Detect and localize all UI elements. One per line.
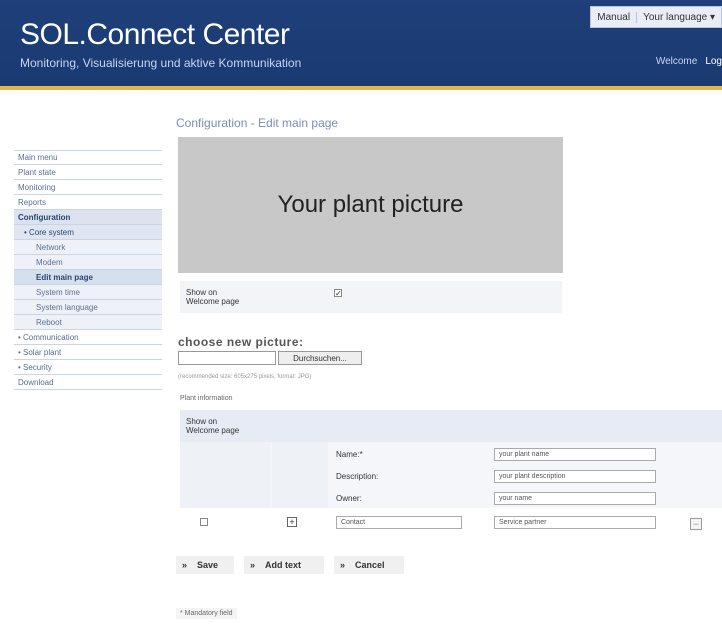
sidebar-item-reports[interactable]: Reports <box>14 195 162 210</box>
cancel-button[interactable]: » Cancel <box>334 556 404 574</box>
plant-picture-text: Your plant picture <box>277 191 464 218</box>
plant-info-label: Plant information <box>180 395 233 402</box>
owner-label: Owner: <box>336 494 362 503</box>
service-partner-input[interactable]: Service partner <box>494 516 656 529</box>
table-column-add <box>272 442 328 508</box>
sidebar-item-security[interactable]: • Security <box>14 360 162 375</box>
welcome-link[interactable]: Welcome <box>656 56 698 67</box>
sidebar-nav: Main menu Plant state Monitoring Reports… <box>14 150 162 390</box>
show-picture-checkbox[interactable]: ✓ <box>334 289 342 298</box>
name-input[interactable]: your plant name <box>494 448 656 461</box>
header-bar: SOL.Connect Center Monitoring, Visualisi… <box>0 0 722 90</box>
description-label: Description: <box>336 472 379 481</box>
welcome-links: Welcome Log <box>656 56 722 67</box>
save-arrow-icon: » <box>182 560 188 570</box>
owner-input[interactable]: your name <box>494 492 656 505</box>
add-field-button[interactable]: + <box>287 517 297 527</box>
sidebar-item-main-menu[interactable]: Main menu <box>14 150 162 165</box>
choose-picture-label: choose new picture: <box>178 335 304 349</box>
sidebar-item-monitoring[interactable]: Monitoring <box>14 180 162 195</box>
sidebar-item-solar-plant[interactable]: • Solar plant <box>14 345 162 360</box>
save-button[interactable]: » Save <box>176 556 234 574</box>
add-text-arrow-icon: » <box>250 560 256 570</box>
sidebar-item-modem[interactable]: Modem <box>14 255 162 270</box>
app-tagline: Monitoring, Visualisierung und aktive Ko… <box>20 56 302 70</box>
plant-info-table-header <box>180 410 722 442</box>
table-show-on-welcome-label: Show on Welcome page <box>186 417 240 435</box>
sidebar-item-edit-main-page[interactable]: Edit main page <box>14 270 162 285</box>
sidebar-item-reboot[interactable]: Reboot <box>14 315 162 330</box>
cancel-label: Cancel <box>355 560 385 570</box>
mandatory-note: * Mandatory field <box>176 608 237 619</box>
sidebar-item-download[interactable]: Download <box>14 375 162 390</box>
sidebar-item-core-system[interactable]: • Core system <box>14 225 162 240</box>
manual-link[interactable]: Manual <box>591 11 638 23</box>
contact-show-checkbox[interactable] <box>200 518 208 526</box>
remove-field-button[interactable]: − <box>690 518 702 530</box>
table-column-show <box>180 442 270 508</box>
sidebar-item-system-language[interactable]: System language <box>14 300 162 315</box>
name-label: Name:* <box>336 450 363 459</box>
add-text-button[interactable]: » Add text <box>244 556 324 574</box>
sidebar-item-communication[interactable]: • Communication <box>14 330 162 345</box>
sidebar-item-plant-state[interactable]: Plant state <box>14 165 162 180</box>
save-label: Save <box>197 560 219 570</box>
contact-label-input[interactable]: Contact <box>336 516 462 529</box>
sidebar-item-network[interactable]: Network <box>14 240 162 255</box>
logout-link[interactable]: Log <box>705 56 722 67</box>
description-input[interactable]: your plant description <box>494 470 656 483</box>
plant-picture: Your plant picture <box>178 137 563 273</box>
picture-hint: (recommended size: 605x275 pixels, forma… <box>178 374 312 380</box>
browse-button[interactable]: Durchsuchen... <box>278 351 362 365</box>
app-title: SOL.Connect Center <box>20 18 290 51</box>
cancel-arrow-icon: » <box>340 560 346 570</box>
header-accent-line <box>0 86 722 90</box>
file-path-input[interactable] <box>178 351 276 365</box>
sidebar-item-configuration[interactable]: Configuration <box>14 210 162 225</box>
sidebar-item-system-time[interactable]: System time <box>14 285 162 300</box>
top-menu: Manual Your language ▾ <box>590 6 722 28</box>
page-title: Configuration - Edit main page <box>176 116 339 130</box>
add-text-label: Add text <box>265 560 302 570</box>
show-on-welcome-label: Show on Welcome page <box>186 288 240 306</box>
language-select[interactable]: Your language ▾ <box>637 12 721 23</box>
